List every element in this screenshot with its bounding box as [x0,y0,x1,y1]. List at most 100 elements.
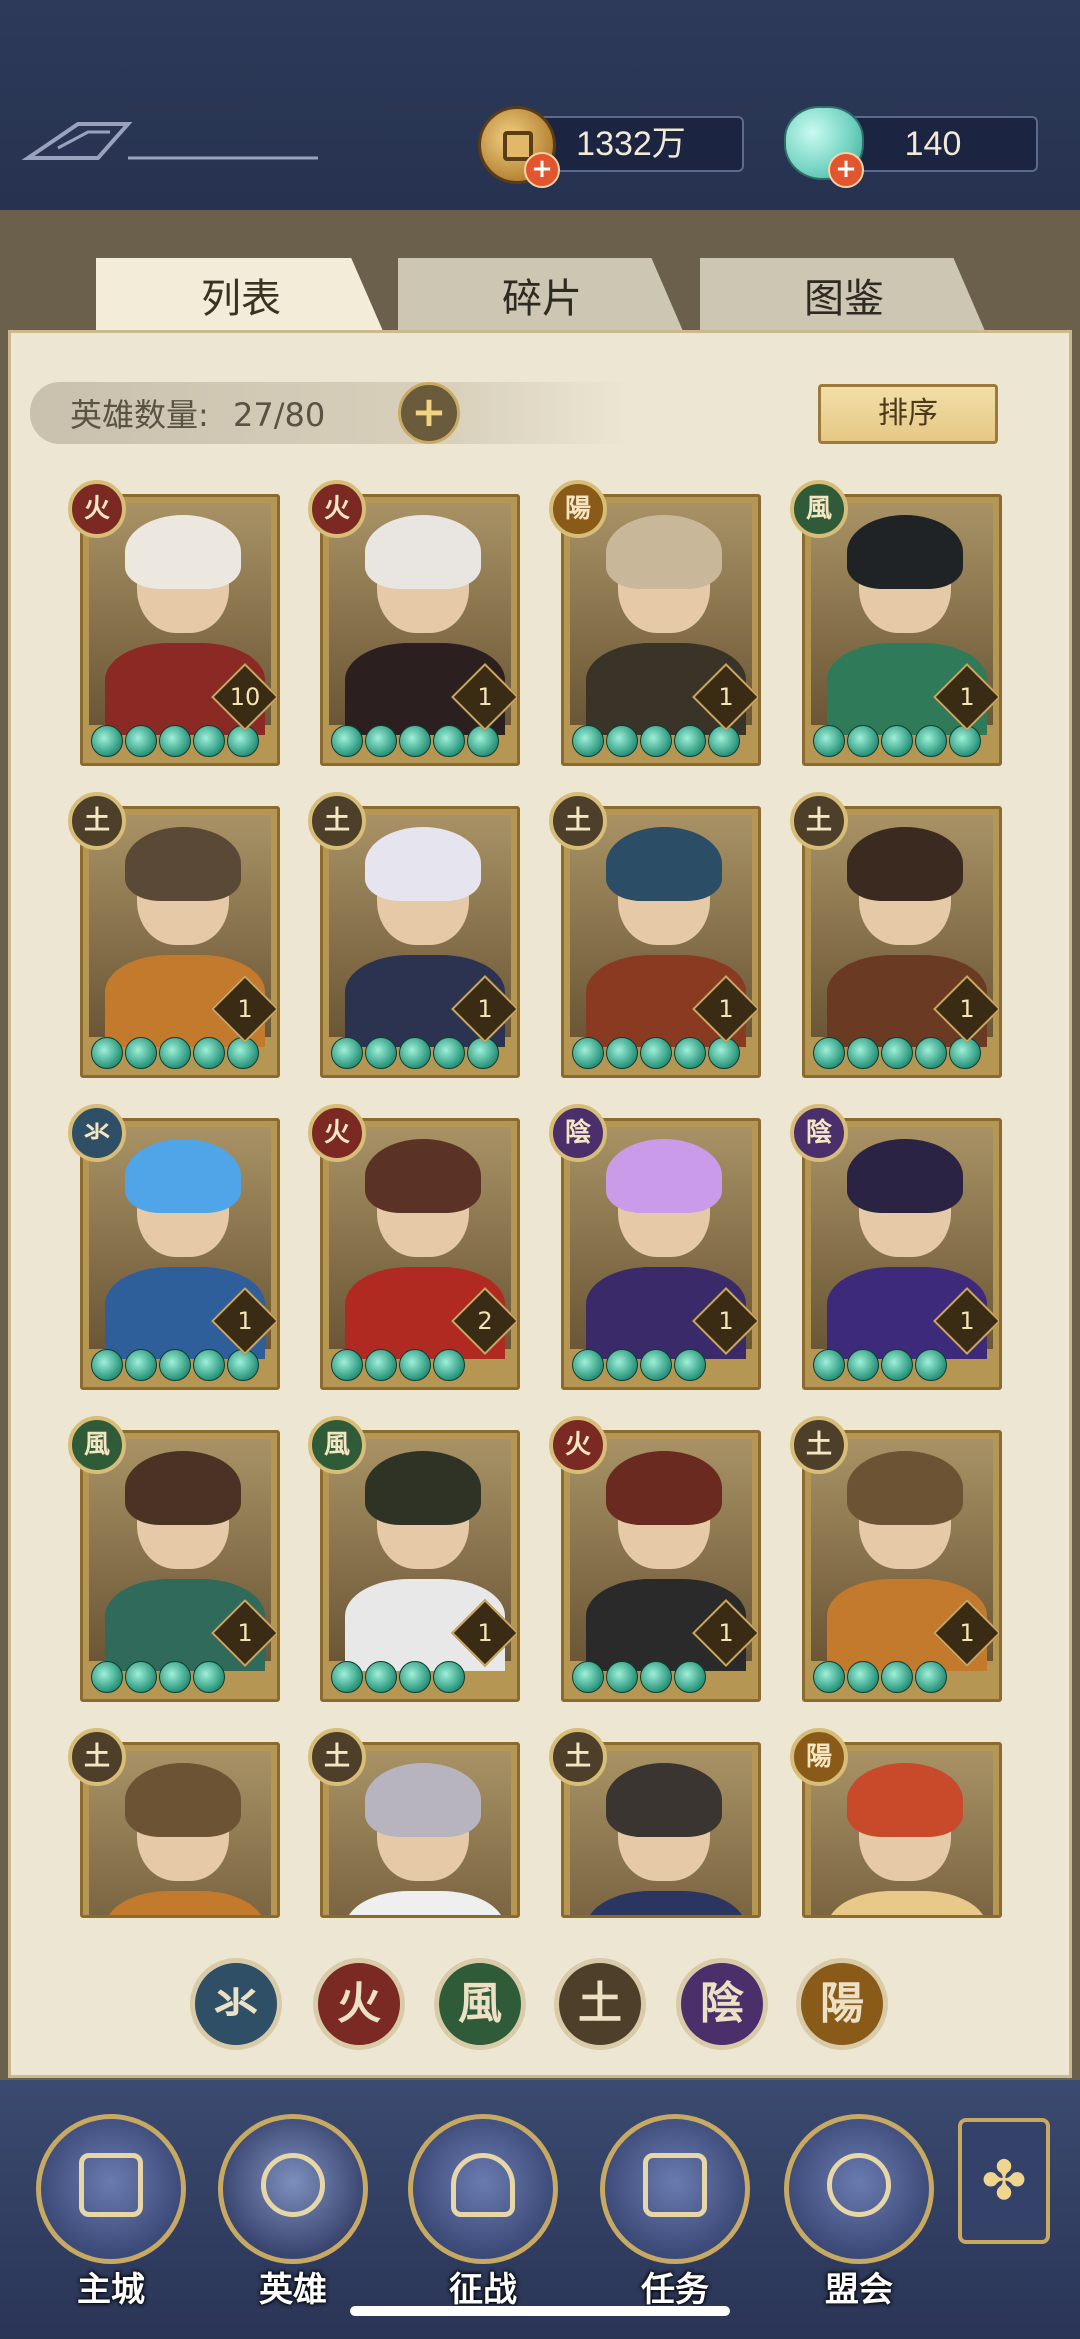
element-badge-icon: 陰 [790,1104,848,1162]
star-rating [572,1349,706,1381]
jade-star-icon [159,1037,191,1069]
jade-star-icon [159,1349,191,1381]
war-drum-icon [451,2153,515,2217]
jade-star-icon [365,1349,397,1381]
jade-star-icon [847,725,879,757]
element-badge-icon: 土 [790,792,848,850]
nav-heroes-label: 英雄 [259,2270,327,2310]
element-filter-button[interactable]: 風 [434,1958,526,2050]
jade-star-icon [399,1349,431,1381]
hero-level-value: 1 [237,995,253,1023]
jade-star-icon [813,1037,845,1069]
jade-star-icon [847,1037,879,1069]
element-filter-button[interactable]: 土 [554,1958,646,2050]
star-rating [813,1661,947,1693]
star-rating [91,725,259,757]
jade-star-icon [674,1349,706,1381]
element-badge-icon: 土 [68,792,126,850]
jade-star-icon [915,1349,947,1381]
star-rating [572,1037,740,1069]
element-badge-icon: 土 [308,1728,366,1786]
jade-star-icon [813,725,845,757]
element-badge-icon: 土 [549,1728,607,1786]
jade-star-icon [91,1349,123,1381]
jade-star-icon [159,1661,191,1693]
element-filter-button[interactable]: 陰 [676,1958,768,2050]
element-filter-button[interactable]: 陽 [796,1958,888,2050]
jade-star-icon [847,1661,879,1693]
jade-star-icon [881,1661,913,1693]
hero-level-value: 1 [477,1619,493,1647]
nav-quests[interactable] [600,2114,750,2264]
nav-campaign-label: 征战 [449,2270,517,2310]
nav-main-city-label: 主城 [77,2270,145,2310]
jade-star-icon [881,1037,913,1069]
jade-star-icon [399,1661,431,1693]
element-badge-icon: 火 [308,480,366,538]
hero-level-value: 1 [718,1619,734,1647]
jade-star-icon [365,1037,397,1069]
element-badge-icon: 陽 [790,1728,848,1786]
element-badge-icon: 土 [790,1416,848,1474]
element-badge-icon: 陽 [549,480,607,538]
element-badge-icon: 陰 [549,1104,607,1162]
alliance-hall-icon [827,2153,891,2217]
star-rating [331,1037,499,1069]
jade-star-icon [331,725,363,757]
jade-star-icon [572,725,604,757]
city-gate-icon [79,2153,143,2217]
jade-star-icon [125,1037,157,1069]
jade-star-icon [640,1037,672,1069]
element-badge-icon: 火 [549,1416,607,1474]
hero-level-value: 1 [477,683,493,711]
star-rating [91,1349,259,1381]
jade-star-icon [640,725,672,757]
hero-level-value: 1 [959,995,975,1023]
jade-star-icon [193,725,225,757]
nav-alliance[interactable] [784,2114,934,2264]
jade-star-icon [674,1037,706,1069]
jade-star-icon [606,725,638,757]
element-filter-button[interactable]: 火 [313,1958,405,2050]
star-rating [331,1349,465,1381]
element-badge-icon: 氺 [68,1104,126,1162]
jade-star-icon [433,725,465,757]
home-indicator [350,2306,730,2316]
star-rating [572,1661,706,1693]
jade-star-icon [331,1349,363,1381]
nav-heroes[interactable] [218,2114,368,2264]
nav-quests-label: 任务 [641,2270,709,2310]
jade-star-icon [433,1037,465,1069]
jade-star-icon [125,725,157,757]
hero-level-value: 1 [718,995,734,1023]
jade-star-icon [640,1349,672,1381]
jade-star-icon [125,1349,157,1381]
nav-alliance-label: 盟会 [825,2270,893,2310]
element-badge-icon: 火 [308,1104,366,1162]
quatrefoil-menu-icon[interactable]: ✤ [958,2118,1050,2244]
jade-star-icon [91,1661,123,1693]
star-rating [813,1349,947,1381]
star-rating [331,1661,465,1693]
hero-portrait-icon [261,2153,325,2217]
nav-campaign[interactable] [408,2114,558,2264]
star-rating [813,1037,981,1069]
nav-main-city[interactable] [36,2114,186,2264]
element-badge-icon: 土 [308,792,366,850]
jade-star-icon [433,1349,465,1381]
hero-level-value: 1 [477,995,493,1023]
star-rating [91,1037,259,1069]
jade-star-icon [572,1661,604,1693]
jade-star-icon [674,1661,706,1693]
jade-star-icon [572,1037,604,1069]
hero-level-value: 1 [959,683,975,711]
hero-level-value: 1 [718,683,734,711]
jade-star-icon [193,1349,225,1381]
bottom-navigation: 主城 英雄 征战 任务 盟会 ✤ [0,2080,1080,2339]
hero-level-value: 1 [959,1619,975,1647]
jade-star-icon [125,1661,157,1693]
hero-level-value: 1 [237,1307,253,1335]
element-badge-icon: 火 [68,480,126,538]
element-filter-button[interactable]: 氺 [190,1958,282,2050]
jade-star-icon [331,1037,363,1069]
